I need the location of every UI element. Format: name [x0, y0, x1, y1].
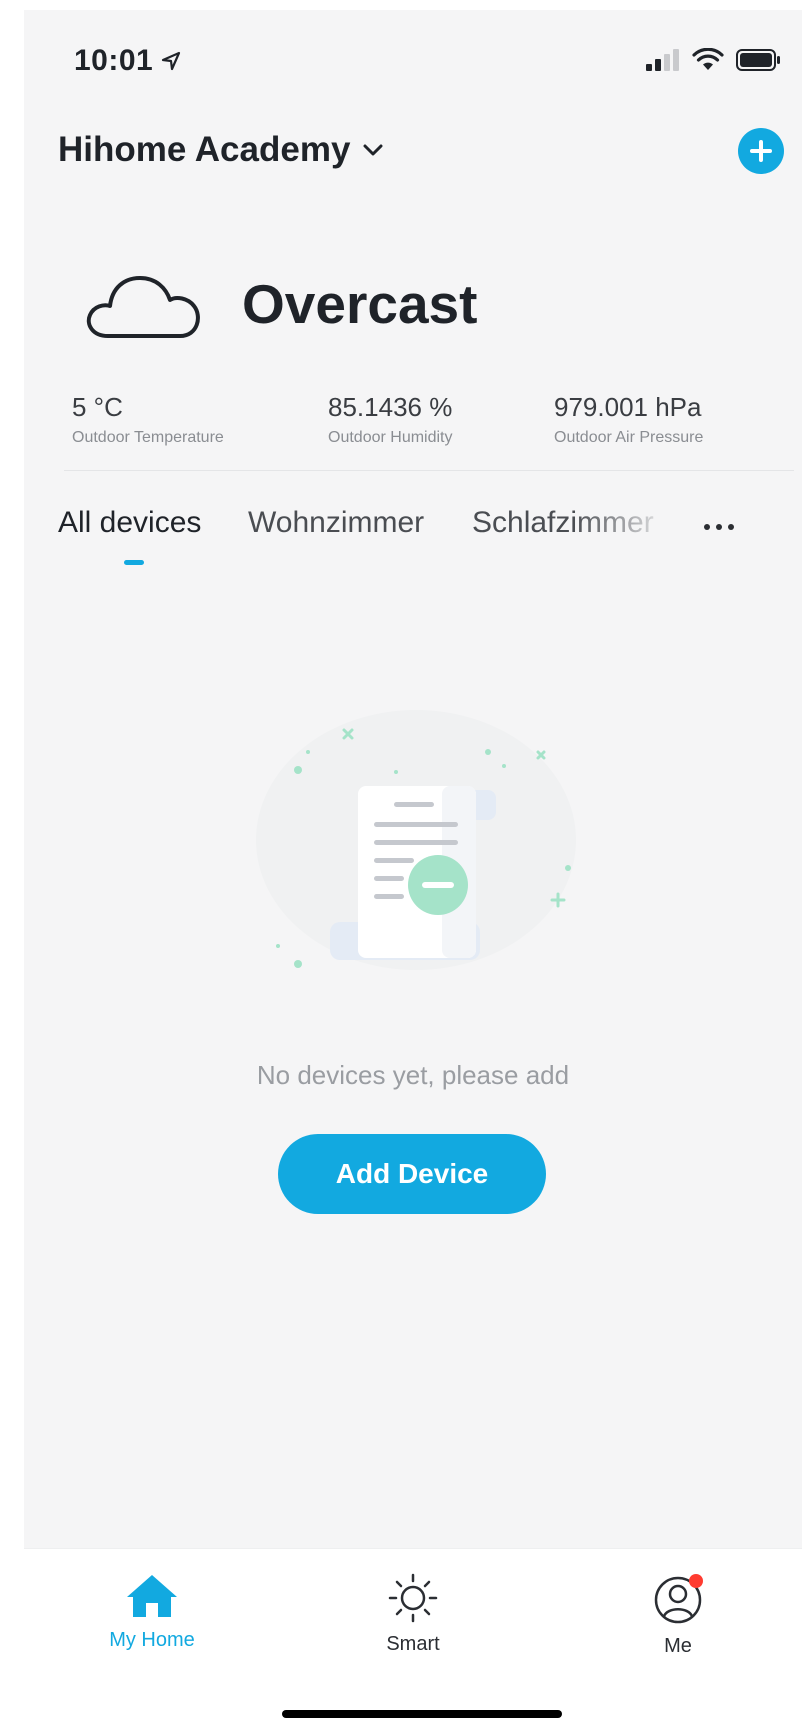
tab-label: Smart	[386, 1633, 440, 1655]
metric-value: 5 °C	[72, 392, 123, 422]
metric-label: Outdoor Humidity	[328, 429, 453, 446]
home-screen: 10:01 Hihome Academy Overcast 5 °C Outdo…	[24, 10, 802, 1610]
outdoor-air-pressure: 979.001 hPa Outdoor Air Pressure	[554, 392, 703, 447]
tab-smart[interactable]: Smart	[343, 1573, 483, 1656]
empty-message: No devices yet, please add	[256, 1060, 570, 1090]
tab-me[interactable]: Me	[608, 1573, 748, 1658]
add-device-button[interactable]: Add Device	[278, 1134, 546, 1214]
tab-wohnzimmer[interactable]: Wohnzimmer	[248, 506, 424, 540]
empty-devices-illustration	[256, 710, 576, 970]
battery-icon	[736, 49, 780, 71]
sun-icon	[388, 1573, 438, 1623]
more-icon[interactable]	[704, 524, 734, 530]
tab-schlafzimmer[interactable]: Schlafzimmer	[472, 506, 658, 540]
location-arrow-icon	[161, 51, 181, 71]
home-indicator	[282, 1710, 562, 1718]
tab-label: My Home	[109, 1629, 195, 1651]
cloud-icon	[86, 276, 200, 338]
metric-label: Outdoor Temperature	[72, 429, 224, 446]
add-icon[interactable]	[738, 128, 784, 174]
tab-my-home[interactable]: My Home	[82, 1573, 222, 1652]
tab-label: Me	[664, 1635, 692, 1657]
metric-value: 85.1436 %	[328, 392, 453, 422]
home-name: Hihome Academy	[58, 130, 351, 169]
divider	[64, 470, 794, 471]
outdoor-temperature: 5 °C Outdoor Temperature	[72, 392, 224, 447]
cellular-signal-icon	[646, 49, 679, 71]
home-selector[interactable]: Hihome Academy	[58, 130, 384, 170]
weather-condition: Overcast	[242, 273, 478, 335]
status-time: 10:01	[74, 44, 154, 77]
user-profile-icon	[654, 1574, 703, 1624]
chevron-down-icon	[363, 144, 383, 156]
home-icon	[127, 1575, 177, 1617]
tab-all-devices[interactable]: All devices	[58, 506, 201, 540]
metric-value: 979.001 hPa	[554, 392, 702, 422]
metric-label: Outdoor Air Pressure	[554, 429, 704, 446]
active-tab-indicator	[124, 560, 144, 565]
wifi-icon	[692, 48, 724, 70]
outdoor-humidity: 85.1436 % Outdoor Humidity	[328, 392, 453, 447]
bottom-tab-bar: My Home Smart Me	[24, 1548, 802, 1689]
status-indicators	[646, 48, 782, 72]
